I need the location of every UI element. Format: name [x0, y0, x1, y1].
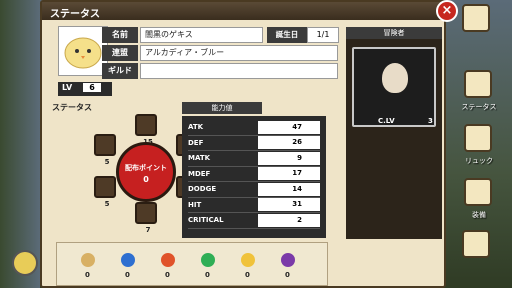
sidebar-item-equipment[interactable]: 装備	[456, 178, 502, 220]
light-icon	[241, 253, 255, 267]
birthday-label: 誕生日	[267, 27, 307, 43]
character-portrait	[58, 26, 108, 76]
ability-table: ATK 47 DEF 26 MATK 9 MDEF 17 DODGE 14 HIT 31 C…	[182, 116, 326, 238]
ability-row: HIT 31	[188, 198, 320, 213]
shop-icon[interactable]	[462, 230, 490, 258]
birthday-value: 1/1	[307, 27, 339, 43]
clv-label: C.LV	[378, 117, 395, 125]
window-title: ステータス	[42, 2, 444, 20]
ability-row: DEF 26	[188, 136, 320, 151]
ability-name: ATK	[188, 123, 204, 132]
ability-value: 47	[258, 120, 320, 134]
fire-icon	[161, 253, 175, 267]
earth-value: 0	[85, 271, 90, 279]
character-icon	[464, 70, 492, 98]
ability-row: MATK 9	[188, 151, 320, 167]
attack-node[interactable]: 15	[135, 114, 157, 146]
menu-icon[interactable]	[462, 4, 490, 32]
holy-node[interactable]: 5	[94, 176, 116, 208]
wind-icon	[201, 253, 215, 267]
magic-value: 5	[104, 158, 110, 166]
wind-value: 0	[205, 271, 210, 279]
level-label: LV	[62, 83, 73, 92]
water-value: 0	[125, 271, 130, 279]
clv-value: 3	[428, 117, 433, 125]
adventurer-header: 冒険者	[346, 27, 442, 39]
ability-name: CRITICAL	[188, 216, 224, 225]
ability-name: DODGE	[188, 185, 217, 194]
guild-label: ギルド	[102, 63, 138, 79]
defense-node[interactable]: 7	[135, 202, 157, 234]
earth-icon	[81, 253, 95, 267]
ability-value: 14	[258, 182, 320, 196]
backpack-icon	[464, 124, 492, 152]
distribution-value: 0	[143, 175, 149, 184]
adventurer-panel: C.LV 3	[346, 39, 442, 239]
adventurer-class-card[interactable]: C.LV 3	[352, 47, 436, 127]
ability-header: 能力値	[182, 102, 262, 114]
left-scene	[0, 0, 40, 288]
status-window: ステータス × LV 6 名前 闇黒のゲキス 誕生日 1/1 連盟 アルカディア…	[40, 0, 458, 288]
wheat-emblem-icon	[382, 63, 408, 93]
magic-node[interactable]: 5	[94, 134, 116, 166]
ability-name: HIT	[188, 200, 202, 209]
dark-value: 0	[285, 271, 290, 279]
emote-button[interactable]	[12, 250, 38, 276]
sidebar-item-label: 装備	[472, 211, 486, 219]
status-label: ステータス	[52, 103, 92, 112]
guild-value	[140, 63, 338, 79]
ability-value: 17	[258, 167, 320, 181]
ability-value: 9	[258, 151, 320, 165]
ability-row: DODGE 14	[188, 182, 320, 198]
ability-row: MDEF 17	[188, 167, 320, 182]
chick-icon	[64, 37, 102, 69]
ability-name: DEF	[188, 138, 204, 147]
ability-row: ATK 47	[188, 120, 320, 136]
distribution-label: 配布ポイント	[125, 164, 167, 172]
distribution-points: 配布ポイント 0	[116, 142, 176, 202]
defense-value: 7	[145, 226, 151, 234]
fire-value: 0	[165, 271, 170, 279]
sword-icon	[464, 178, 492, 206]
holy-value: 5	[104, 200, 110, 208]
ability-name: MATK	[188, 154, 211, 163]
name-label: 名前	[102, 27, 138, 43]
dark-icon	[281, 253, 295, 267]
ability-value: 31	[258, 198, 320, 212]
level-value: 6	[82, 83, 101, 92]
sidebar-item-label: リュック	[465, 157, 493, 165]
affiliation-value: アルカディア・ブルー	[140, 45, 338, 61]
light-value: 0	[245, 271, 250, 279]
name-value: 闇黒のゲキス	[140, 27, 263, 43]
ability-value: 2	[258, 213, 320, 227]
affiliation-label: 連盟	[102, 45, 138, 61]
element-bar: 0 0 0 0 0 0	[56, 242, 328, 286]
sidebar-item-status[interactable]: ステータス	[456, 70, 502, 112]
level-box: LV 6	[58, 82, 112, 96]
ability-name: MDEF	[188, 169, 211, 178]
ability-value: 26	[258, 136, 320, 150]
close-button[interactable]: ×	[436, 0, 458, 22]
ability-row: CRITICAL 2	[188, 213, 320, 229]
sidebar-item-label: ステータス	[461, 103, 497, 111]
sidebar-item-backpack[interactable]: リュック	[456, 124, 502, 166]
water-icon	[121, 253, 135, 267]
